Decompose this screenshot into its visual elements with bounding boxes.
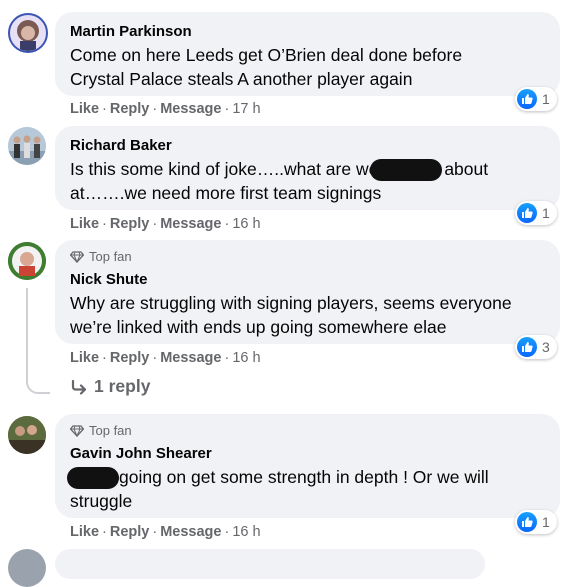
comment-text-part: about	[444, 159, 489, 179]
reply-button[interactable]: Reply	[110, 216, 150, 232]
reply-arrow-icon	[71, 379, 87, 395]
timestamp[interactable]: 16 h	[232, 524, 260, 540]
reaction-number: 3	[542, 339, 550, 355]
message-button[interactable]: Message	[160, 101, 221, 117]
like-reaction-icon	[517, 203, 537, 223]
comment-bubble: Top fan Nick Shute Why are struggling wi…	[55, 240, 560, 344]
avatar[interactable]	[8, 127, 46, 165]
comment-text: Come on here Leeds get O’Brien deal done…	[70, 43, 560, 91]
like-button[interactable]: Like	[70, 524, 99, 540]
like-button[interactable]: Like	[70, 216, 99, 232]
comment-text-line: struggle	[70, 491, 133, 512]
avatar[interactable]	[8, 13, 48, 53]
comment-text-line: Crystal Palace steals A another player a…	[70, 69, 413, 89]
top-fan-badge: Top fan	[70, 423, 560, 439]
diamond-icon	[70, 425, 84, 437]
message-button[interactable]: Message	[160, 524, 221, 540]
comment-text: going on get some strength in depth ! Or…	[67, 465, 560, 513]
comment-text-part: Is this some kind of joke…..what are we	[70, 159, 379, 179]
like-reaction-icon	[517, 337, 537, 357]
badge-label: Top fan	[89, 423, 132, 438]
timestamp[interactable]: 17 h	[232, 101, 260, 117]
view-replies-link[interactable]: 1 reply	[70, 376, 150, 397]
reaction-number: 1	[542, 205, 550, 221]
top-fan-badge: Top fan	[70, 249, 560, 265]
badge-label: Top fan	[89, 249, 132, 264]
commenter-name[interactable]: Martin Parkinson	[70, 23, 560, 41]
avatar[interactable]	[8, 242, 46, 280]
reply-button[interactable]: Reply	[110, 524, 150, 540]
redaction-mark	[370, 159, 443, 182]
comment-text-line: Come on here Leeds get O’Brien deal done…	[70, 45, 463, 65]
comment-text-line: Why are struggling with signing players,…	[70, 293, 512, 313]
like-button[interactable]: Like	[70, 101, 99, 117]
comment-text-line: we’re linked with ends up going somewher…	[70, 317, 447, 337]
diamond-icon	[70, 251, 84, 263]
comment-bubble: Top fan Gavin John Shearer going on get …	[55, 414, 560, 518]
like-reaction-icon	[517, 89, 537, 109]
commenter-name[interactable]: Richard Baker	[70, 137, 560, 155]
reaction-count[interactable]: 3	[515, 335, 557, 359]
reaction-count[interactable]: 1	[515, 87, 557, 111]
reaction-count[interactable]: 1	[515, 510, 557, 534]
comment-text-line: Is this some kind of joke…..what are we a…	[70, 157, 560, 182]
timestamp[interactable]: 16 h	[232, 350, 260, 366]
reaction-number: 1	[542, 514, 550, 530]
commenter-name[interactable]: Nick Shute	[70, 271, 560, 289]
next-comment-avatar[interactable]	[8, 549, 46, 587]
comment-actions: Like · Reply · Message · 16 h	[70, 524, 261, 540]
reaction-number: 1	[542, 91, 550, 107]
avatar[interactable]	[8, 416, 46, 454]
message-button[interactable]: Message	[160, 350, 221, 366]
commenter-name[interactable]: Gavin John Shearer	[70, 445, 560, 463]
comment-bubble: Martin Parkinson Come on here Leeds get …	[55, 12, 560, 96]
reaction-count[interactable]: 1	[515, 201, 557, 225]
comment-actions: Like · Reply · Message · 17 h	[70, 101, 261, 117]
message-button[interactable]: Message	[160, 216, 221, 232]
comment-actions: Like · Reply · Message · 16 h	[70, 216, 261, 232]
thread-connector	[26, 288, 50, 394]
comment-actions: Like · Reply · Message · 16 h	[70, 350, 261, 366]
comment-text-line: going on get some strength in depth ! Or…	[67, 465, 560, 490]
comment-text: Is this some kind of joke…..what are we a…	[70, 157, 560, 205]
reply-button[interactable]: Reply	[110, 350, 150, 366]
like-button[interactable]: Like	[70, 350, 99, 366]
comment-text-part: going on get some strength in depth ! Or…	[119, 467, 489, 487]
like-reaction-icon	[517, 512, 537, 532]
reply-button[interactable]: Reply	[110, 101, 150, 117]
comment-text: Why are struggling with signing players,…	[70, 291, 560, 339]
timestamp[interactable]: 16 h	[232, 216, 260, 232]
comment-text-line: at…….we need more first team signings	[70, 183, 382, 204]
redaction-mark	[67, 467, 119, 490]
comment-bubble: Richard Baker Is this some kind of joke……	[55, 126, 560, 210]
reply-count[interactable]: 1 reply	[94, 376, 150, 397]
